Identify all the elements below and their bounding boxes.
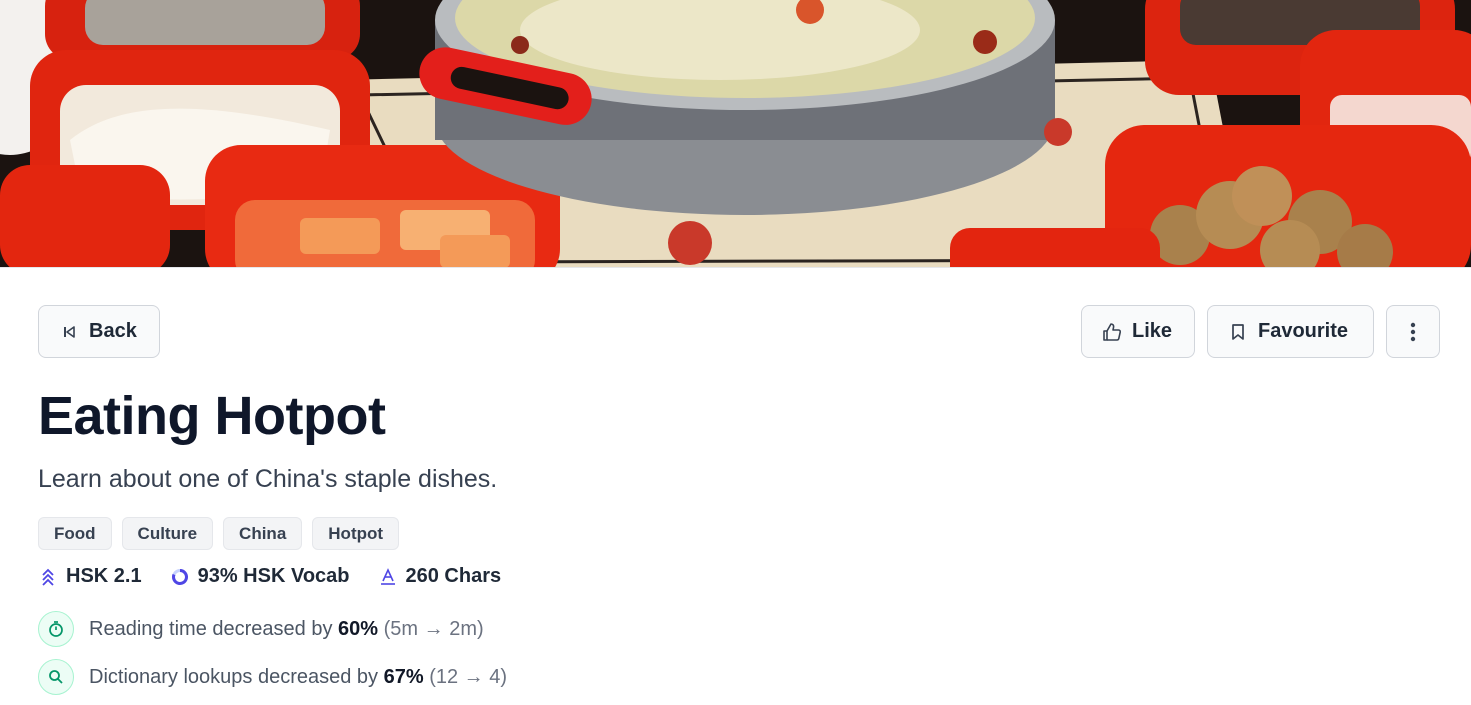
favourite-button[interactable]: Favourite (1207, 305, 1374, 358)
hsk-level-stat: HSK 2.1 (38, 565, 142, 588)
page-subtitle: Learn about one of China's staple dishes… (38, 465, 498, 493)
chevrons-up-icon (38, 567, 58, 587)
reading-time-percent: 60% (338, 617, 379, 640)
reading-time-text: Reading time decreased by 60% (5m → 2m) (89, 618, 484, 641)
tag-list: Food Culture China Hotpot (38, 517, 400, 550)
text-character-icon (378, 567, 398, 587)
tag-hotpot[interactable]: Hotpot (312, 517, 400, 550)
back-button[interactable]: Back (38, 305, 160, 358)
like-button[interactable]: Like (1081, 305, 1195, 358)
hsk-level-text: HSK 2.1 (66, 565, 142, 587)
stats-row: HSK 2.1 93% HSK Vocab 260 Chars (38, 565, 501, 588)
chars-stat: 260 Chars (378, 565, 502, 588)
tag-culture[interactable]: Culture (121, 517, 214, 550)
stopwatch-icon (38, 611, 74, 647)
tag-food[interactable]: Food (38, 517, 112, 550)
thumbs-up-icon (1102, 322, 1122, 342)
hsk-vocab-text: 93% HSK Vocab (197, 565, 350, 587)
like-button-label: Like (1132, 320, 1173, 342)
vertical-dots-icon (1403, 322, 1423, 342)
reading-time-metric: Reading time decreased by 60% (5m → 2m) (38, 611, 484, 647)
dictionary-lookups-percent: 67% (383, 665, 424, 688)
search-icon (38, 659, 74, 695)
dictionary-lookups-prefix: Dictionary lookups decreased by (89, 665, 379, 688)
reading-time-prefix: Reading time decreased by (89, 617, 333, 640)
dictionary-lookups-text: Dictionary lookups decreased by 67% (12 … (89, 666, 507, 689)
dictionary-lookups-metric: Dictionary lookups decreased by 67% (12 … (38, 659, 507, 695)
bookmark-icon (1228, 322, 1248, 342)
progress-ring-icon (170, 567, 190, 587)
hsk-vocab-stat: 93% HSK Vocab (170, 565, 350, 588)
chars-text: 260 Chars (405, 565, 502, 587)
back-button-label: Back (89, 320, 137, 342)
skip-back-icon (59, 322, 79, 342)
page-title: Eating Hotpot (38, 386, 386, 446)
reading-time-detail: (5m → 2m) (383, 617, 484, 640)
more-options-button[interactable] (1386, 305, 1440, 358)
dictionary-lookups-detail: (12 → 4) (429, 665, 508, 688)
hero-divider (0, 267, 1471, 268)
favourite-button-label: Favourite (1258, 320, 1349, 342)
tag-china[interactable]: China (223, 517, 303, 550)
hero-image (0, 0, 1471, 268)
